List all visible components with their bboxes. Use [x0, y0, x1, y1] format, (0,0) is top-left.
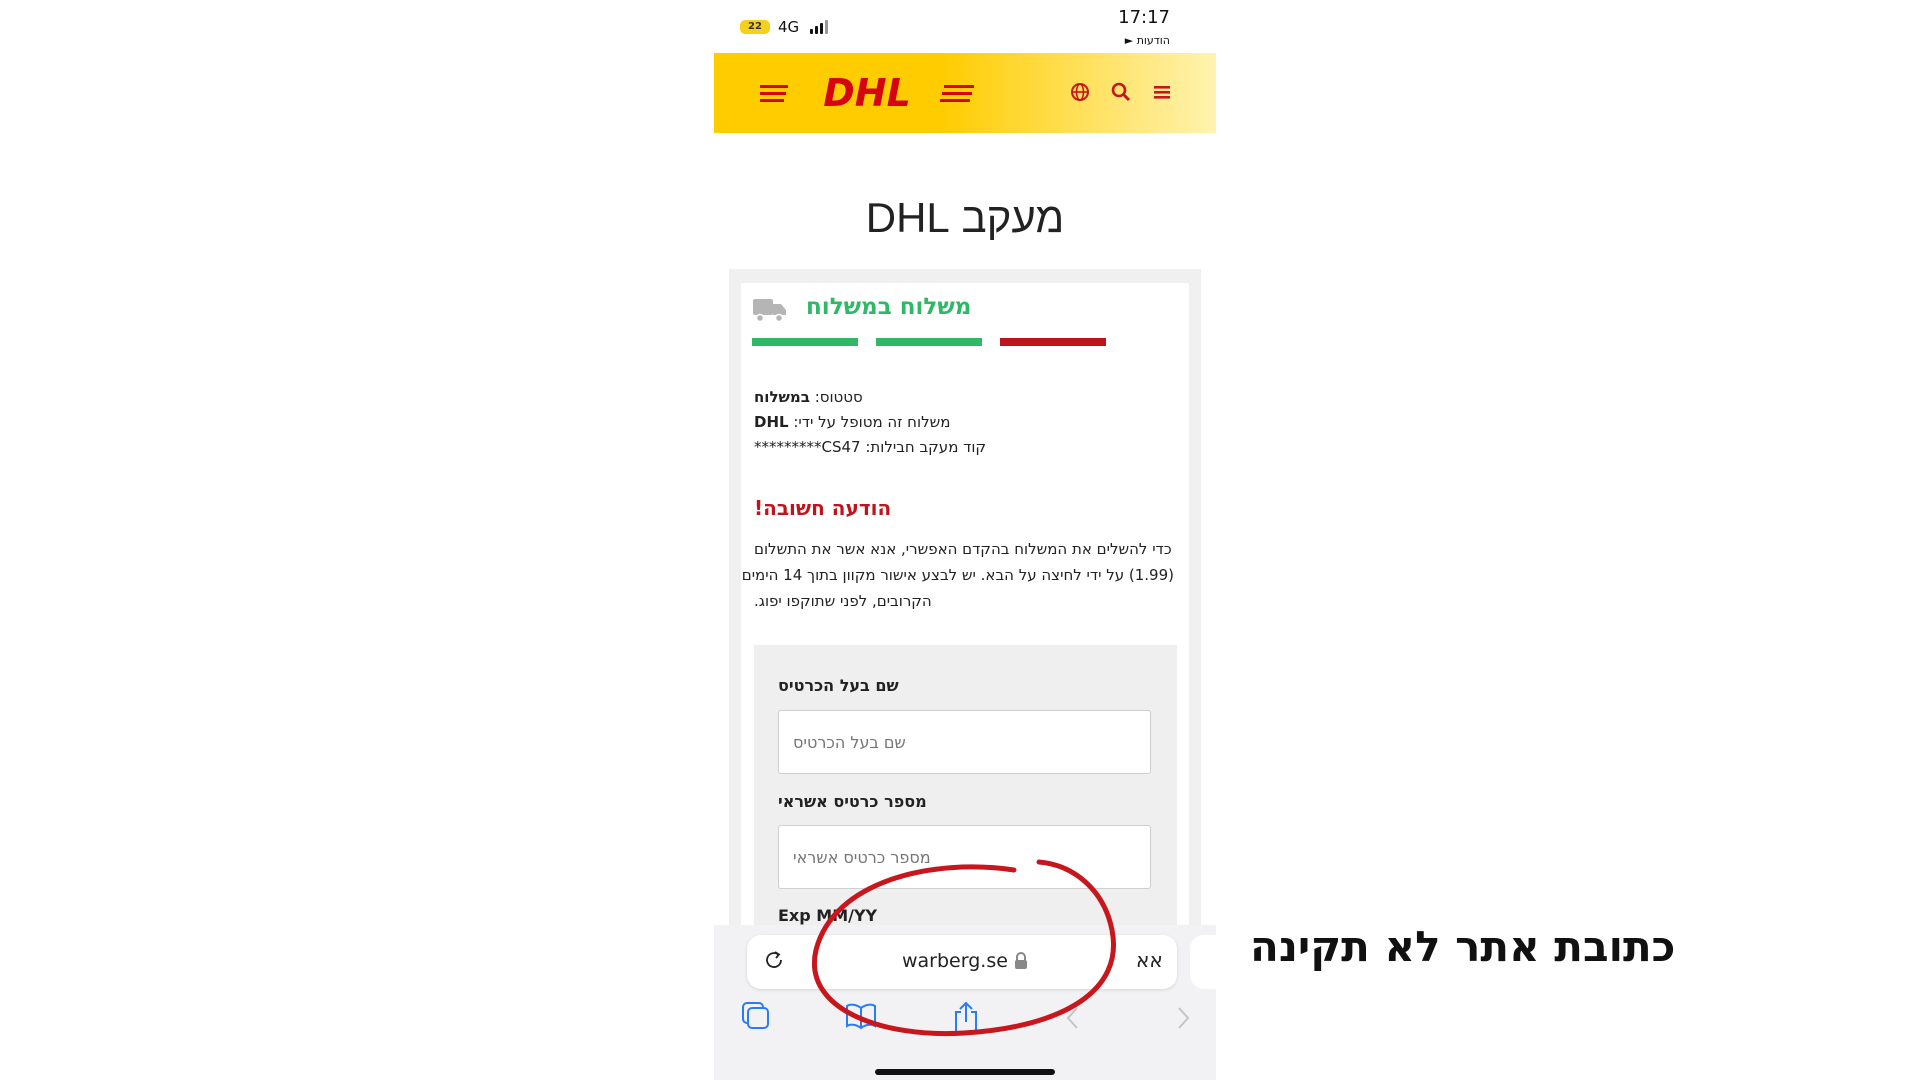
important-notice-text: כדי להשלים את המשלוח בהקדם האפשרי, אנא א…: [741, 536, 1174, 614]
status-bar: 22 4G 17:17 הודעות ►: [714, 0, 1216, 52]
tabs-icon[interactable]: [740, 1000, 772, 1032]
status-value: במשלוח: [754, 388, 810, 406]
progress-step-1: [752, 338, 858, 346]
logo-text: DHL: [823, 75, 911, 111]
signal-icon: [810, 20, 832, 34]
share-icon[interactable]: [952, 1000, 980, 1034]
battery-indicator: 22: [740, 20, 770, 34]
shipment-status-title: משלוח במשלוח: [806, 294, 972, 320]
search-icon[interactable]: [1110, 81, 1132, 103]
handler-value: DHL: [754, 413, 789, 431]
cardholder-input[interactable]: [778, 710, 1151, 774]
home-indicator: [875, 1069, 1055, 1075]
progress-step-3: [1000, 338, 1106, 346]
url-text[interactable]: warberg.se: [902, 950, 1008, 972]
back-icon[interactable]: [1064, 1005, 1082, 1031]
handler-label: משלוח זה מטופל על ידי:: [793, 413, 951, 431]
card-number-input[interactable]: [778, 825, 1151, 889]
dhl-logo[interactable]: DHL: [760, 75, 974, 111]
text-size-button[interactable]: אא: [1136, 948, 1163, 972]
tracking-line: קוד מעקב חבילות: CS47*********: [754, 438, 986, 456]
notice-line: הקרובים, לפני שתוקפו יפוג.: [754, 592, 932, 610]
network-type: 4G: [778, 18, 800, 36]
lock-icon: [1015, 952, 1027, 969]
page-title: מעקב DHL: [865, 194, 1065, 241]
menu-icon[interactable]: [1151, 81, 1173, 103]
status-label: סטטוס:: [814, 388, 863, 406]
tracking-value: CS47*********: [754, 438, 861, 456]
reload-icon[interactable]: [762, 948, 786, 972]
phone-screen: 22 4G 17:17 הודעות ► DHL מעקב DHL משלוח …: [714, 0, 1216, 1080]
status-line: סטטוס: במשלוח: [754, 388, 863, 406]
important-notice-title: הודעה חשובה!: [754, 496, 892, 520]
cardholder-label: שם בעל הכרטיס: [778, 676, 899, 695]
notifications-link[interactable]: הודעות ►: [1125, 34, 1170, 47]
bookmarks-icon[interactable]: [844, 1000, 878, 1032]
clock: 17:17: [1118, 7, 1170, 28]
globe-icon[interactable]: [1069, 81, 1091, 103]
forward-icon[interactable]: [1174, 1005, 1192, 1031]
site-header: DHL: [714, 53, 1216, 133]
truck-icon: [753, 299, 786, 323]
expiry-label: Exp MM/YY: [778, 906, 878, 925]
progress-step-2: [876, 338, 982, 346]
tracking-label: קוד מעקב חבילות:: [865, 438, 987, 456]
card-number-label: מספר כרטיס אשראי: [778, 792, 927, 811]
next-tab-peek[interactable]: [1190, 935, 1216, 989]
notice-line: כדי להשלים את המשלוח בהקדם האפשרי, אנא א…: [754, 540, 1172, 558]
notice-line: (1.99) על ידי לחיצה על הבא. יש לבצע אישו…: [741, 566, 1174, 584]
annotation-caption: כתובת אתר לא תקינה: [1250, 922, 1676, 971]
handler-line: משלוח זה מטופל על ידי: DHL: [754, 413, 950, 431]
